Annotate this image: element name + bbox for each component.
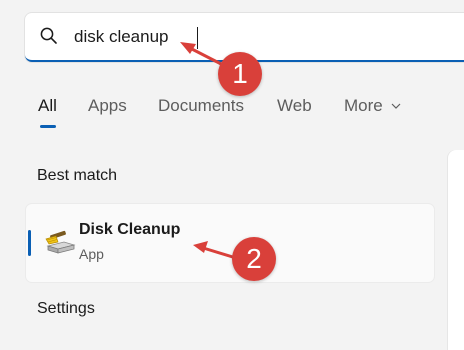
app-type: App: [79, 246, 104, 262]
preview-panel: [448, 150, 464, 350]
annotation-marker-2: 2: [232, 237, 276, 281]
text-caret: [197, 27, 198, 49]
tab-more[interactable]: More: [344, 96, 401, 116]
chevron-down-icon: [392, 103, 401, 109]
selection-indicator: [28, 230, 31, 256]
best-match-result[interactable]: Disk Cleanup App: [26, 204, 434, 282]
settings-heading: Settings: [37, 300, 95, 317]
disk-cleanup-icon: [45, 230, 76, 254]
tab-more-label: More: [344, 96, 383, 115]
tab-active-indicator: [40, 125, 56, 128]
annotation-marker-1: 1: [218, 52, 262, 96]
best-match-heading: Best match: [37, 167, 118, 184]
search-icon: [40, 27, 57, 44]
tab-all[interactable]: All: [38, 96, 57, 116]
tab-web[interactable]: Web: [277, 96, 312, 116]
app-name: Disk Cleanup: [79, 221, 181, 238]
tab-documents[interactable]: Documents: [158, 96, 244, 116]
search-input[interactable]: [74, 25, 194, 49]
tab-apps[interactable]: Apps: [88, 96, 127, 116]
